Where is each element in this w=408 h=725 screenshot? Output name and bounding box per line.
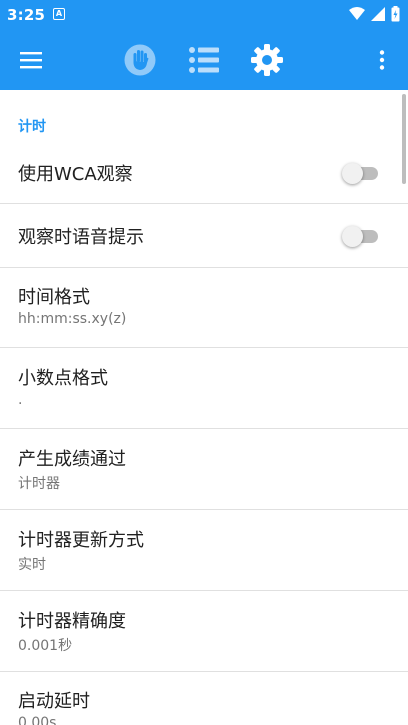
menu-icon	[20, 52, 42, 69]
toggle-switch[interactable]	[342, 224, 380, 248]
menu-button[interactable]	[12, 40, 52, 80]
section-header: 计时	[18, 119, 46, 135]
setting-title: 计时器精确度	[18, 611, 126, 632]
setting-summary: .	[18, 392, 23, 408]
more-vert-icon	[379, 50, 385, 70]
setting-inspection-voice[interactable]: 观察时语音提示	[0, 204, 408, 268]
tab-timer[interactable]	[120, 40, 160, 80]
setting-time-format[interactable]: 时间格式 hh:mm:ss.xy(z)	[0, 268, 408, 348]
setting-title: 时间格式	[18, 287, 90, 308]
list-icon	[189, 47, 219, 73]
battery-icon	[391, 6, 400, 22]
settings-list[interactable]: 计时 使用WCA观察 观察时语音提示 时间格式 hh:mm:ss.xy(z) 小…	[0, 90, 408, 725]
setting-title: 小数点格式	[18, 368, 108, 389]
hand-icon	[124, 44, 156, 76]
status-bar: 3:25 A	[0, 0, 408, 30]
setting-summary: 0.00s	[18, 715, 57, 725]
setting-result-source[interactable]: 产生成绩通过 计时器	[0, 429, 408, 510]
tab-settings[interactable]	[247, 40, 287, 80]
notification-icon: A	[53, 8, 65, 20]
wifi-icon	[349, 7, 365, 20]
toggle-switch[interactable]	[342, 161, 380, 185]
setting-title: 观察时语音提示	[18, 227, 144, 248]
signal-icon	[371, 7, 385, 21]
setting-title: 计时器更新方式	[18, 530, 144, 551]
setting-title: 产生成绩通过	[18, 449, 126, 470]
setting-summary: 计时器	[18, 476, 60, 492]
setting-timer-update[interactable]: 计时器更新方式 实时	[0, 510, 408, 591]
setting-summary: 0.001秒	[18, 638, 73, 654]
setting-timer-precision[interactable]: 计时器精确度 0.001秒	[0, 591, 408, 672]
setting-use-wca-inspection[interactable]: 使用WCA观察	[0, 142, 408, 204]
switch-thumb	[342, 163, 363, 184]
overflow-menu-button[interactable]	[362, 40, 402, 80]
switch-thumb	[342, 226, 363, 247]
setting-summary: hh:mm:ss.xy(z)	[18, 311, 127, 327]
setting-summary: 实时	[18, 557, 46, 573]
setting-decimal-format[interactable]: 小数点格式 .	[0, 348, 408, 429]
app-toolbar	[0, 30, 408, 90]
status-icons	[349, 6, 400, 22]
setting-title: 启动延时	[18, 691, 90, 712]
setting-title: 使用WCA观察	[18, 164, 133, 185]
setting-start-delay[interactable]: 启动延时 0.00s	[0, 672, 408, 725]
gear-icon	[251, 44, 283, 76]
status-time: 3:25	[7, 6, 46, 24]
tab-list[interactable]	[184, 40, 224, 80]
